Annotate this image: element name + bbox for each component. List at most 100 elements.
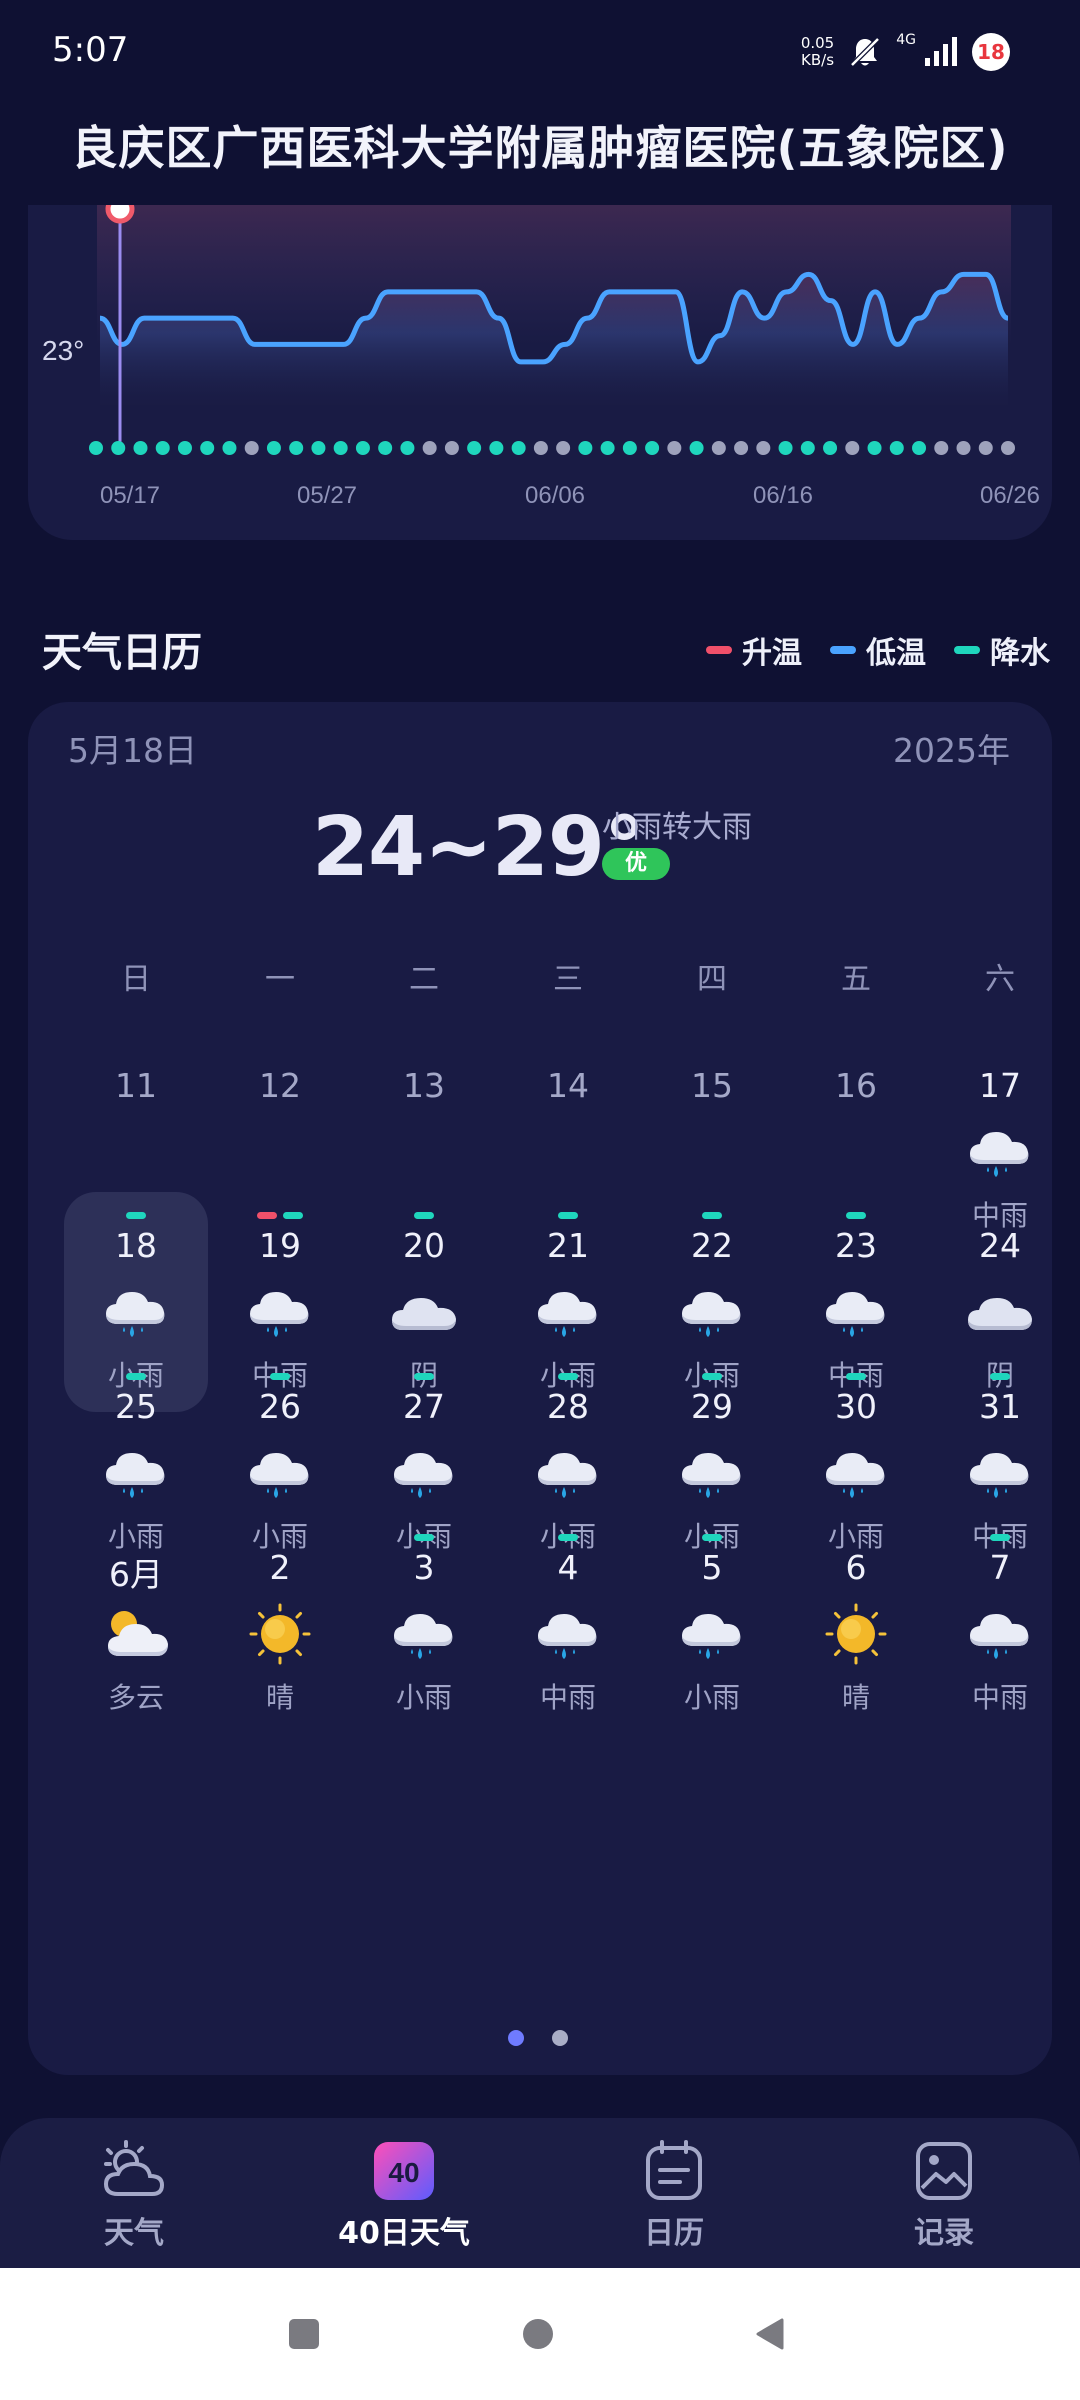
chart-precip-dot bbox=[912, 441, 927, 455]
day-number: 19 bbox=[259, 1226, 301, 1265]
chart-precip-dot bbox=[823, 441, 838, 455]
day-number: 24 bbox=[979, 1226, 1021, 1265]
location-title[interactable]: 良庆区广西医科大学附属肿瘤医院(五象院区) bbox=[0, 112, 1080, 178]
legend-item-warming: 升温 bbox=[706, 628, 802, 672]
chart-precip-dot bbox=[934, 441, 949, 455]
day-number: 26 bbox=[259, 1387, 301, 1426]
calendar-pager bbox=[508, 2030, 568, 2046]
precip-mark bbox=[558, 1212, 578, 1219]
day-indicator-marks bbox=[64, 1212, 208, 1220]
legend-swatch-warming bbox=[706, 646, 732, 654]
precip-mark bbox=[846, 1373, 866, 1380]
rain-icon bbox=[966, 1441, 1034, 1505]
nav-tab-weather[interactable]: 天气 bbox=[34, 2138, 234, 2252]
calendar-day[interactable]: 3 小雨 bbox=[352, 1514, 496, 1734]
chart-precip-dot bbox=[89, 441, 103, 455]
calendar-day[interactable]: 6晴 bbox=[784, 1514, 928, 1734]
day-weather-label: 小雨 bbox=[683, 1681, 740, 1714]
chart-precip-dot bbox=[845, 441, 860, 455]
cloud-icon bbox=[966, 1280, 1034, 1344]
calendar-day[interactable]: 2晴 bbox=[208, 1514, 352, 1734]
nav-tab-weather-label: 天气 bbox=[104, 2216, 164, 2251]
day-number: 22 bbox=[691, 1226, 733, 1265]
chart-precip-dot bbox=[511, 441, 526, 455]
day-number: 6月 bbox=[109, 1555, 163, 1594]
selected-date: 5月18日 bbox=[68, 731, 197, 770]
rain-icon bbox=[534, 1441, 602, 1505]
chart-precip-dot bbox=[533, 441, 548, 455]
home-icon[interactable] bbox=[520, 2316, 556, 2352]
precip-mark bbox=[283, 1212, 303, 1219]
chart-precip-dot bbox=[355, 441, 370, 455]
day-indicator-marks bbox=[928, 1534, 1072, 1542]
chart-x-tick-label: 06/26 bbox=[980, 482, 1040, 509]
day-weather-label: 中雨 bbox=[539, 1681, 596, 1714]
temperature-trend-chart[interactable]: 23° 05/17 05/27 06/06 06/16 06/26 bbox=[0, 205, 1080, 525]
day-number: 12 bbox=[259, 1066, 301, 1105]
nav-tab-40-day[interactable]: 40 40日天气 bbox=[304, 2138, 504, 2252]
day-indicator-marks bbox=[640, 1212, 784, 1220]
rain-icon bbox=[390, 1602, 458, 1666]
day-number: 4 bbox=[557, 1548, 579, 1587]
chart-precip-dot bbox=[711, 441, 726, 455]
day-indicator-marks bbox=[496, 1212, 640, 1220]
calendar-day[interactable]: 4 中雨 bbox=[496, 1514, 640, 1734]
status-time: 5:07 bbox=[52, 30, 129, 70]
day-number: 28 bbox=[547, 1387, 589, 1426]
chart-precip-dot bbox=[111, 441, 126, 455]
day-indicator-marks bbox=[496, 1534, 640, 1542]
day-indicator-marks bbox=[352, 1373, 496, 1381]
day-indicator-marks bbox=[352, 1212, 496, 1220]
pager-dot[interactable] bbox=[552, 2030, 568, 2046]
day-indicator-marks bbox=[928, 1373, 1072, 1381]
chart-x-tick-label: 06/16 bbox=[753, 482, 813, 509]
calendar-day[interactable]: 6月 多云 bbox=[64, 1514, 208, 1734]
chart-x-tick-label: 05/17 bbox=[100, 482, 160, 509]
day-number: 29 bbox=[691, 1387, 733, 1426]
rain-icon bbox=[246, 1441, 314, 1505]
rain-icon bbox=[966, 1602, 1034, 1666]
nav-tab-records[interactable]: 记录 bbox=[844, 2138, 1044, 2252]
chart-precip-dot bbox=[177, 441, 192, 455]
rain-icon bbox=[822, 1441, 890, 1505]
rain-icon bbox=[534, 1280, 602, 1344]
rain-icon bbox=[390, 1441, 458, 1505]
chart-x-tick-label: 06/06 bbox=[525, 482, 585, 509]
net-speed-value: 0.05 bbox=[800, 34, 835, 52]
net-speed: 0.05 KB/s bbox=[801, 35, 834, 69]
calendar-day[interactable]: 5 小雨 bbox=[640, 1514, 784, 1734]
forty-day-badge-text: 40 bbox=[388, 2157, 419, 2188]
nav-tab-calendar[interactable]: 日历 bbox=[574, 2138, 774, 2252]
day-number: 14 bbox=[547, 1066, 589, 1105]
notification-badge[interactable]: 18 bbox=[972, 33, 1010, 71]
chart-precip-dot bbox=[444, 441, 459, 455]
rain-icon bbox=[678, 1280, 746, 1344]
chart-y-tick-label: 23° bbox=[42, 335, 84, 366]
chart-precip-dot bbox=[645, 441, 660, 455]
precip-mark bbox=[270, 1373, 290, 1380]
rain-icon bbox=[534, 1602, 602, 1666]
chart-precip-dot bbox=[956, 441, 971, 455]
signal-icon bbox=[925, 37, 957, 66]
weather-description: 小雨转大雨 bbox=[602, 810, 752, 845]
day-indicator-marks bbox=[352, 1534, 496, 1542]
calendar-year[interactable]: 2025年 bbox=[893, 724, 1010, 772]
chart-precip-dot bbox=[689, 441, 704, 455]
precip-mark bbox=[414, 1212, 434, 1219]
precip-mark bbox=[126, 1373, 146, 1380]
chart-precip-dot bbox=[378, 441, 393, 455]
pager-dot-active[interactable] bbox=[508, 2030, 524, 2046]
rain-icon bbox=[822, 1280, 890, 1344]
temperature-range: 24~29° bbox=[312, 800, 645, 895]
day-number: 25 bbox=[115, 1387, 157, 1426]
back-icon[interactable] bbox=[752, 2316, 788, 2352]
calendar-day[interactable]: 7 中雨 bbox=[928, 1514, 1072, 1734]
rain-icon bbox=[102, 1441, 170, 1505]
weekday-label: 四 bbox=[697, 962, 727, 997]
chart-current-day-marker[interactable] bbox=[105, 205, 135, 224]
precip-mark bbox=[126, 1212, 146, 1219]
chart-precip-dot bbox=[889, 441, 904, 455]
recent-apps-icon[interactable] bbox=[286, 2316, 322, 2352]
day-weather-label: 晴 bbox=[265, 1681, 294, 1714]
chart-precip-dot bbox=[756, 441, 771, 455]
